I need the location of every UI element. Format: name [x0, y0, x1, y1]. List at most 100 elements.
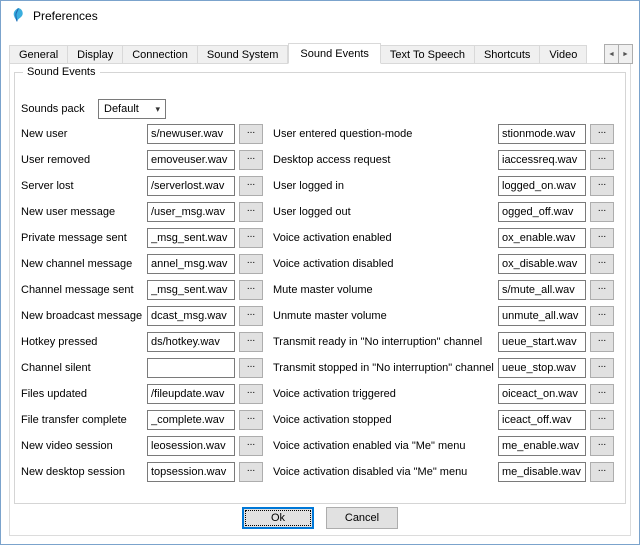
sound-event-label: Hotkey pressed	[21, 336, 147, 348]
sound-file-input[interactable]	[498, 124, 586, 144]
sound-file-input[interactable]	[147, 228, 235, 248]
sound-file-input[interactable]	[498, 280, 586, 300]
browse-button[interactable]: ...	[239, 202, 263, 222]
sound-event-label: User logged in	[273, 180, 498, 192]
browse-button[interactable]: ...	[239, 306, 263, 326]
browse-button[interactable]: ...	[590, 254, 614, 274]
sound-events-group: Sound Events Sounds pack Default ▾ New u…	[14, 72, 626, 504]
sound-event-label: File transfer complete	[21, 414, 147, 426]
sound-file-input[interactable]	[147, 332, 235, 352]
sound-event-label: Voice activation disabled	[273, 258, 498, 270]
sound-event-label: Files updated	[21, 388, 147, 400]
sound-file-input[interactable]	[498, 306, 586, 326]
tab-scroll-right-button[interactable]: ►	[618, 44, 633, 64]
sound-file-input[interactable]	[498, 358, 586, 378]
sound-event-row: New user ... User entered question-mode …	[21, 121, 619, 147]
sound-event-label: New desktop session	[21, 466, 147, 478]
sound-file-input[interactable]	[147, 124, 235, 144]
sound-file-input[interactable]	[147, 384, 235, 404]
sound-event-label: Channel silent	[21, 362, 147, 374]
sound-events-grid: New user ... User entered question-mode …	[21, 121, 619, 485]
sound-file-input[interactable]	[147, 358, 235, 378]
sound-file-input[interactable]	[498, 332, 586, 352]
browse-button[interactable]: ...	[239, 436, 263, 456]
sound-event-label: Voice activation stopped	[273, 414, 498, 426]
sounds-pack-select[interactable]: Default ▾	[98, 99, 166, 119]
sound-event-row: Channel silent ... Transmit stopped in "…	[21, 355, 619, 381]
tab-sound-events[interactable]: Sound Events	[288, 43, 381, 64]
browse-button[interactable]: ...	[239, 358, 263, 378]
sound-file-input[interactable]	[498, 228, 586, 248]
sound-file-input[interactable]	[147, 254, 235, 274]
sound-event-row: Channel message sent ... Mute master vol…	[21, 277, 619, 303]
sound-event-label: User logged out	[273, 206, 498, 218]
browse-button[interactable]: ...	[239, 462, 263, 482]
browse-button[interactable]: ...	[239, 124, 263, 144]
browse-button[interactable]: ...	[239, 228, 263, 248]
tab-general[interactable]: General	[9, 45, 68, 64]
ok-button[interactable]: Ok	[242, 507, 314, 529]
arrow-left-icon: ◄	[608, 51, 615, 58]
tab-display[interactable]: Display	[68, 45, 123, 64]
sound-file-input[interactable]	[498, 384, 586, 404]
sound-file-input[interactable]	[147, 306, 235, 326]
arrow-right-icon: ►	[622, 51, 629, 58]
sound-event-row: New desktop session ... Voice activation…	[21, 459, 619, 485]
browse-button[interactable]: ...	[590, 124, 614, 144]
tab-shortcuts[interactable]: Shortcuts	[475, 45, 540, 64]
browse-button[interactable]: ...	[590, 280, 614, 300]
browse-button[interactable]: ...	[239, 280, 263, 300]
browse-button[interactable]: ...	[590, 228, 614, 248]
browse-button[interactable]: ...	[590, 176, 614, 196]
sound-event-label: Private message sent	[21, 232, 147, 244]
browse-button[interactable]: ...	[239, 254, 263, 274]
browse-button[interactable]: ...	[239, 384, 263, 404]
sounds-pack-value: Default	[104, 103, 139, 115]
sound-event-row: Server lost ... User logged in ...	[21, 173, 619, 199]
sound-event-label: User entered question-mode	[273, 128, 498, 140]
sound-event-row: User removed ... Desktop access request …	[21, 147, 619, 173]
sound-file-input[interactable]	[147, 436, 235, 456]
sound-event-label: Transmit stopped in "No interruption" ch…	[273, 362, 498, 374]
tab-scroll-left-button[interactable]: ◄	[604, 44, 619, 64]
browse-button[interactable]: ...	[239, 150, 263, 170]
group-title: Sound Events	[23, 66, 100, 78]
sound-file-input[interactable]	[498, 436, 586, 456]
sound-file-input[interactable]	[147, 462, 235, 482]
browse-button[interactable]: ...	[239, 332, 263, 352]
browse-button[interactable]: ...	[590, 436, 614, 456]
sound-file-input[interactable]	[498, 202, 586, 222]
sound-file-input[interactable]	[147, 202, 235, 222]
tab-sound-system[interactable]: Sound System	[198, 45, 289, 64]
tab-connection[interactable]: Connection	[123, 45, 198, 64]
sound-file-input[interactable]	[147, 150, 235, 170]
sound-file-input[interactable]	[147, 410, 235, 430]
sound-event-row: New video session ... Voice activation e…	[21, 433, 619, 459]
browse-button[interactable]: ...	[590, 358, 614, 378]
browse-button[interactable]: ...	[590, 384, 614, 404]
sound-event-label: User removed	[21, 154, 147, 166]
sound-event-label: Channel message sent	[21, 284, 147, 296]
sound-file-input[interactable]	[498, 254, 586, 274]
browse-button[interactable]: ...	[590, 306, 614, 326]
browse-button[interactable]: ...	[590, 410, 614, 430]
cancel-button[interactable]: Cancel	[326, 507, 398, 529]
sound-file-input[interactable]	[498, 462, 586, 482]
browse-button[interactable]: ...	[590, 202, 614, 222]
sound-file-input[interactable]	[498, 410, 586, 430]
sound-file-input[interactable]	[498, 176, 586, 196]
browse-button[interactable]: ...	[590, 150, 614, 170]
browse-button[interactable]: ...	[239, 410, 263, 430]
tab-video[interactable]: Video	[540, 45, 587, 64]
browse-button[interactable]: ...	[590, 332, 614, 352]
sound-file-input[interactable]	[147, 176, 235, 196]
browse-button[interactable]: ...	[590, 462, 614, 482]
tab-scroll-buttons: ◄ ►	[605, 44, 633, 64]
tab-text-to-speech[interactable]: Text To Speech	[381, 45, 475, 64]
sound-file-input[interactable]	[498, 150, 586, 170]
sound-file-input[interactable]	[147, 280, 235, 300]
sound-event-row: New broadcast message ... Unmute master …	[21, 303, 619, 329]
sound-event-label: Voice activation disabled via "Me" menu	[273, 466, 498, 478]
sound-event-label: New channel message	[21, 258, 147, 270]
browse-button[interactable]: ...	[239, 176, 263, 196]
